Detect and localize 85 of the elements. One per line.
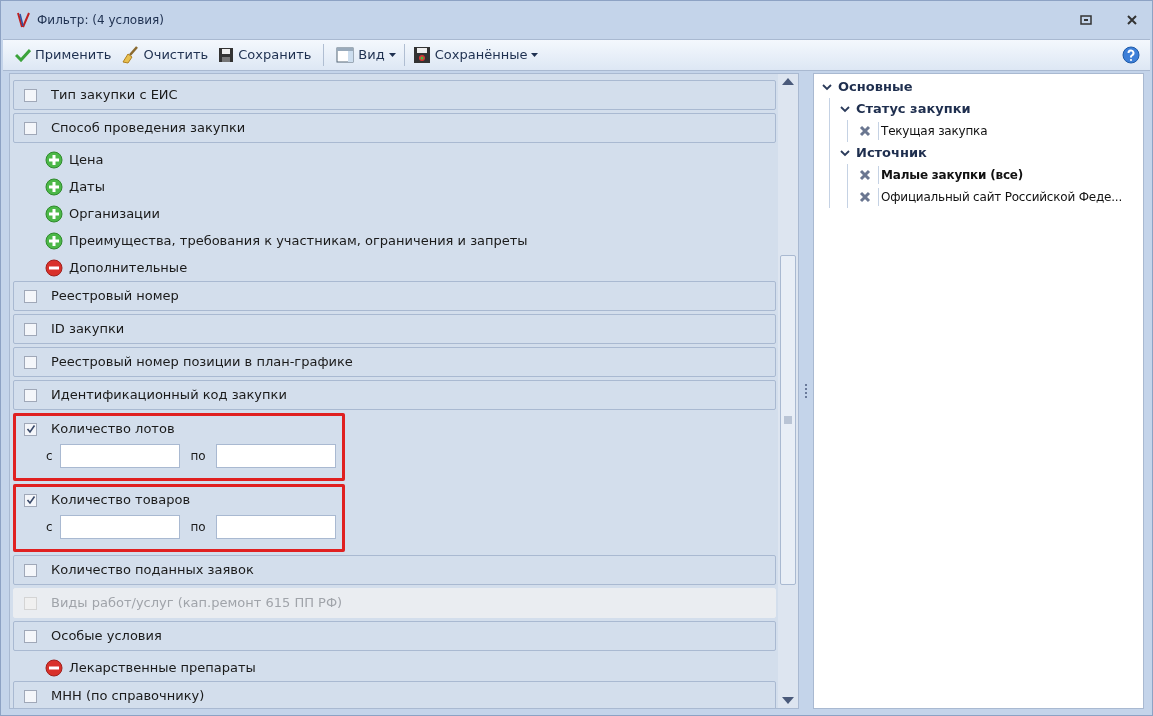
group-label[interactable]: Лекарственные препараты [69, 657, 256, 678]
app-logo-icon [15, 11, 31, 29]
filter-row[interactable]: Количество товаров с по [13, 484, 345, 552]
group-label[interactable]: Даты [69, 176, 105, 197]
filter-row[interactable]: Тип закупки с ЕИС [13, 80, 776, 110]
filter-label: Реестровый номер [51, 287, 179, 306]
filter-row[interactable]: Реестровый номер позиции в план-графике [13, 347, 776, 377]
minus-icon[interactable] [45, 258, 63, 277]
chevron-icon[interactable] [822, 82, 832, 92]
condition-label: Текущая закупка [878, 122, 988, 140]
condition-label: Источник [856, 144, 927, 163]
filter-row[interactable]: Количество лотов с по [13, 413, 345, 481]
condition-label: Статус закупки [856, 100, 971, 119]
group-label[interactable]: Цена [69, 149, 104, 170]
from-field[interactable] [60, 515, 180, 539]
to-field[interactable] [216, 444, 336, 468]
scroll-up-icon[interactable] [782, 78, 794, 85]
group-label[interactable]: Организации [69, 203, 160, 224]
toolbar-button[interactable]: Сохранённые [410, 42, 541, 68]
to-field[interactable] [216, 515, 336, 539]
filter-label: Количество лотов [51, 420, 175, 439]
group-label[interactable]: Преимущества, требования к участникам, ограничения и запреты [69, 230, 528, 251]
restore-icon[interactable] [1080, 15, 1092, 25]
plus-icon[interactable] [45, 177, 63, 196]
filter-label: МНН (по справочнику) [51, 687, 205, 706]
checkbox[interactable] [24, 422, 37, 436]
toolbar-button[interactable]: Применить [13, 42, 114, 68]
filter-label: Идентификационный код закупки [51, 386, 287, 405]
condition-label: Основные [838, 78, 913, 97]
plus-icon[interactable] [45, 231, 63, 250]
checkbox[interactable] [24, 289, 37, 303]
filter-row[interactable]: Реестровый номер [13, 281, 776, 311]
window-icon [336, 47, 355, 63]
filter-label: Тип закупки с ЕИС [51, 86, 178, 105]
checkbox[interactable] [24, 493, 37, 507]
minus-icon[interactable] [45, 658, 63, 677]
group-label[interactable]: Дополнительные [69, 257, 188, 278]
close-icon[interactable] [1126, 14, 1138, 26]
filter-label: Особые условия [51, 627, 162, 646]
toolbar-button[interactable]: Сохранить [216, 42, 314, 68]
from-label: с [46, 448, 54, 465]
plus-icon[interactable] [45, 204, 63, 223]
scrollbar[interactable] [778, 74, 798, 708]
to-label: по [189, 448, 207, 465]
remove-icon[interactable] [858, 190, 872, 204]
window-title: Фильтр: (4 условия) [37, 12, 164, 29]
checkbox[interactable] [24, 388, 37, 402]
filter-label: Количество товаров [51, 491, 191, 510]
filter-label: Виды работ/услуг (кап.ремонт 615 ПП РФ) [51, 594, 343, 613]
caret-icon [388, 53, 396, 57]
checkbox[interactable] [24, 629, 37, 643]
chevron-icon[interactable] [840, 148, 850, 158]
filter-label: Количество поданных заявок [51, 561, 254, 580]
scroll-down-icon[interactable] [782, 697, 794, 704]
brush-icon [121, 46, 140, 64]
filter-row[interactable]: Особые условия [13, 621, 776, 651]
condition-label: Малые закупки (все) [878, 166, 1024, 184]
remove-icon[interactable] [858, 168, 872, 182]
grip-icon[interactable] [784, 416, 792, 424]
help-icon[interactable] [1122, 46, 1140, 64]
checkmark-icon [15, 48, 31, 62]
caret-icon [531, 53, 539, 57]
condition-label: Официальный сайт Российской Феде... [878, 188, 1123, 206]
checkbox[interactable] [24, 121, 37, 135]
filter-label: Способ проведения закупки [51, 119, 246, 138]
checkbox[interactable] [24, 689, 37, 703]
filter-label: ID закупки [51, 320, 125, 339]
checkbox[interactable] [24, 563, 37, 577]
filter-label: Реестровый номер позиции в план-графике [51, 353, 353, 372]
checkbox[interactable] [24, 322, 37, 336]
filter-row[interactable]: Количество поданных заявок [13, 555, 776, 585]
toolbar-button[interactable]: Очистить [119, 42, 211, 68]
plus-icon[interactable] [45, 150, 63, 169]
filter-row[interactable]: Идентификационный код закупки [13, 380, 776, 410]
to-label: по [189, 519, 207, 536]
from-field[interactable] [60, 444, 180, 468]
filter-row[interactable]: МНН (по справочнику) [13, 681, 776, 708]
remove-icon[interactable] [858, 124, 872, 138]
checkbox[interactable] [24, 88, 37, 102]
toolbar-button[interactable]: Вид [334, 42, 398, 68]
checkbox[interactable] [24, 355, 37, 369]
filter-row[interactable]: ID закупки [13, 314, 776, 344]
chevron-icon[interactable] [840, 104, 850, 114]
from-label: с [46, 519, 54, 536]
filter-row[interactable]: Способ проведения закупки [13, 113, 776, 143]
